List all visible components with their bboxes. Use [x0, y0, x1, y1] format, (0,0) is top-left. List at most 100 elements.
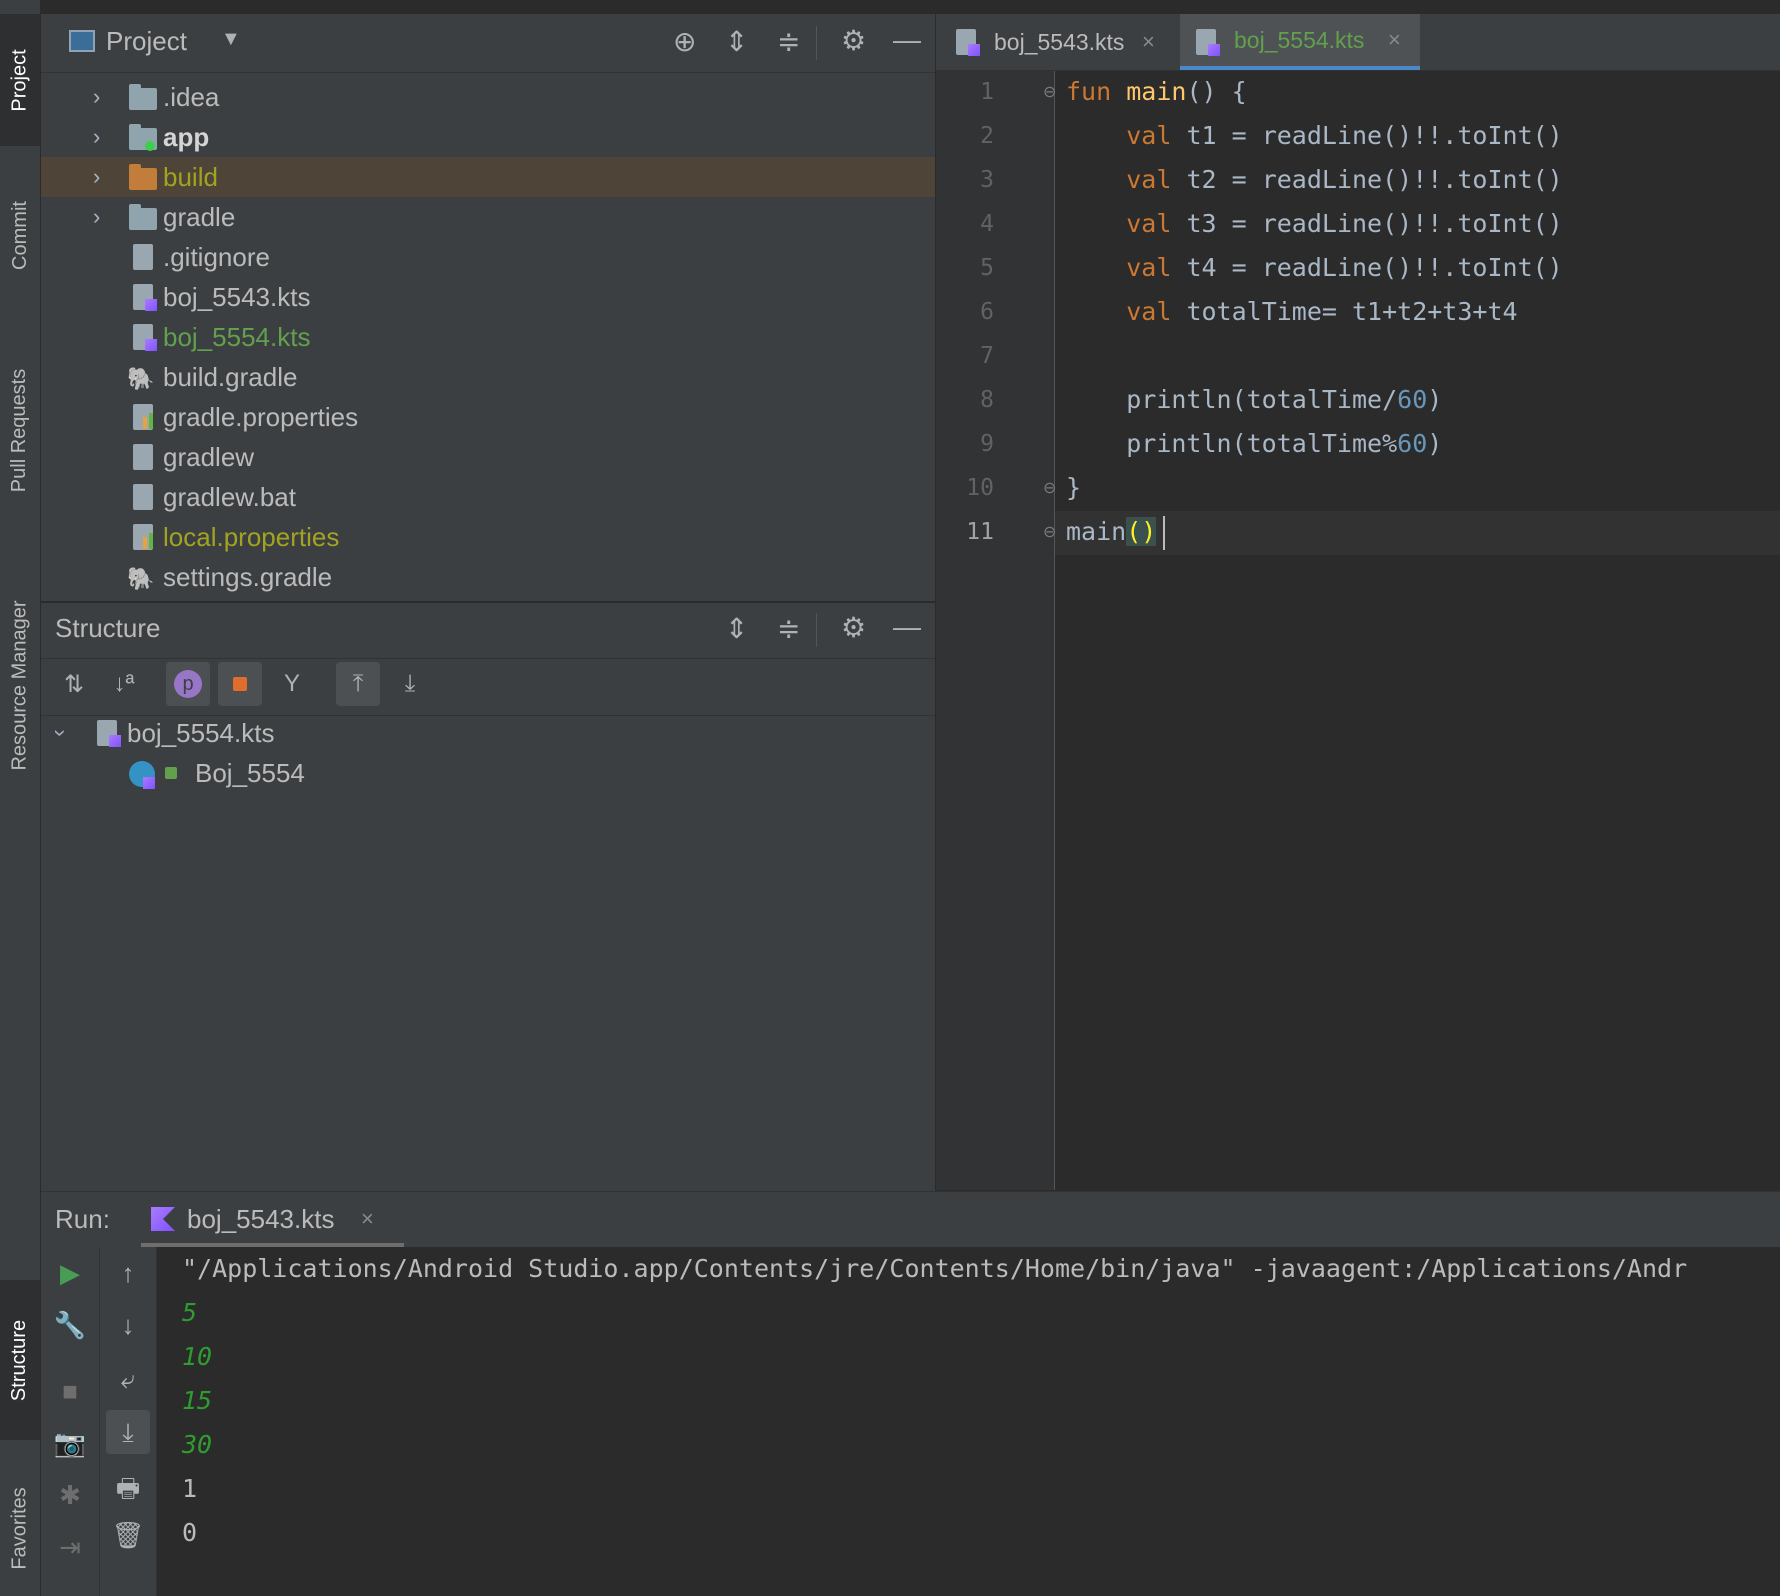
structure-child-label: Boj_5554: [195, 757, 305, 788]
close-icon[interactable]: ×: [1142, 29, 1155, 55]
console-output-line: 0: [182, 1518, 198, 1547]
expand-all-icon[interactable]: ⇕: [725, 28, 748, 56]
tree-item-selected[interactable]: › build: [41, 157, 935, 197]
line-number: 10: [966, 475, 994, 501]
show-non-public-button[interactable]: [218, 662, 262, 706]
console-command-line: "/Applications/Android Studio.app/Conten…: [182, 1254, 1688, 1283]
project-panel-title[interactable]: Project: [106, 26, 187, 57]
kotlin-badge: [145, 299, 157, 311]
fold-icon[interactable]: ⊖: [1043, 82, 1056, 102]
chevron-down-icon[interactable]: ▼: [221, 28, 241, 51]
structure-child[interactable]: Boj_5554: [41, 753, 935, 793]
chevron-right-icon[interactable]: ›: [93, 124, 100, 150]
run-tab[interactable]: boj_5543.kts ×: [141, 1192, 404, 1247]
tree-item[interactable]: boj_5543.kts: [41, 277, 935, 317]
tool-tab-label: Favorites: [8, 1486, 31, 1570]
tree-item[interactable]: boj_5554.kts: [41, 317, 935, 357]
wrench-icon[interactable]: 🔧: [50, 1310, 90, 1341]
tree-item-label: gradle.properties: [163, 401, 359, 432]
toolbar-divider: [816, 613, 817, 647]
tool-tab-label: Pull Requests: [8, 368, 31, 492]
code-token: main: [1066, 517, 1127, 546]
sort-by-visibility-icon[interactable]: ⇅: [52, 662, 96, 706]
gear-icon[interactable]: ⚙: [841, 614, 866, 642]
chevron-down-icon[interactable]: ›: [48, 729, 74, 736]
code-token: () {: [1186, 77, 1247, 106]
tree-item[interactable]: gradle.properties: [41, 397, 935, 437]
tree-item[interactable]: local.properties: [41, 517, 935, 557]
public-lock-icon: [165, 767, 177, 779]
line-number: 7: [980, 343, 994, 369]
show-inherited-icon[interactable]: Y: [270, 662, 314, 706]
kotlin-badge: [1208, 44, 1220, 56]
code-token: ): [1427, 385, 1443, 414]
tree-item[interactable]: .gitignore: [41, 237, 935, 277]
tool-tab-structure[interactable]: Structure: [0, 1280, 40, 1440]
tool-tab-pull-requests[interactable]: Pull Requests: [0, 330, 40, 530]
chevron-right-icon[interactable]: ›: [93, 84, 100, 110]
exit-icon[interactable]: ⇥: [50, 1532, 90, 1563]
tree-item[interactable]: gradlew: [41, 437, 935, 477]
editor-tab-label: boj_5554.kts: [1234, 26, 1365, 53]
tree-item[interactable]: › app: [41, 117, 935, 157]
p-badge: p: [174, 670, 202, 698]
editor-tab[interactable]: boj_5543.kts ×: [946, 14, 1172, 70]
bar-icon-part: [143, 417, 147, 429]
autoscroll-to-source-icon[interactable]: ⤒: [336, 662, 380, 706]
structure-root[interactable]: › boj_5554.kts: [41, 713, 935, 753]
collapse-all-icon[interactable]: ≑: [777, 615, 800, 643]
stop-icon[interactable]: ■: [50, 1376, 90, 1407]
tree-item[interactable]: 🐘 settings.gradle: [41, 557, 935, 597]
tool-tab-commit[interactable]: Commit: [0, 170, 40, 300]
hide-icon[interactable]: —: [893, 26, 921, 54]
tool-tab-label: Resource Manager: [8, 599, 31, 771]
folder-icon: [129, 84, 157, 110]
fold-icon[interactable]: ⊖: [1043, 522, 1056, 542]
code-token-keyword: val: [1126, 121, 1172, 150]
console-output[interactable]: [157, 1247, 1780, 1596]
locate-icon[interactable]: ⊕: [673, 28, 696, 56]
bar-icon-part: [143, 537, 147, 549]
code-token-number: 60: [1397, 429, 1428, 458]
line-number: 1: [980, 79, 994, 105]
camera-icon[interactable]: 📷: [50, 1428, 90, 1459]
code-line-8: println(totalTime/60): [1066, 378, 1442, 422]
tool-tab-label: Commit: [8, 200, 31, 270]
debug-icon[interactable]: ✱: [50, 1480, 90, 1511]
tree-item[interactable]: gradlew.bat: [41, 477, 935, 517]
tree-item-label: build.gradle: [163, 361, 298, 392]
code-token: t2 = readLine()!!.toInt(): [1186, 165, 1563, 194]
chevron-right-icon[interactable]: ›: [93, 204, 100, 230]
editor-tab-active[interactable]: boj_5554.kts ×: [1180, 14, 1420, 70]
collapse-all-icon[interactable]: ≑: [777, 28, 800, 56]
soft-wrap-icon[interactable]: ⤶: [108, 1364, 148, 1396]
expand-all-icon[interactable]: ⇕: [725, 615, 748, 643]
arrow-down-icon[interactable]: ↓: [108, 1310, 148, 1341]
fold-end-icon[interactable]: ⊖: [1043, 478, 1056, 498]
shell-script-icon: [133, 444, 153, 470]
chevron-right-icon[interactable]: ›: [93, 164, 100, 190]
rerun-icon[interactable]: ▶: [50, 1258, 90, 1289]
tool-tab-project[interactable]: Project: [0, 14, 40, 146]
tree-item[interactable]: › .idea: [41, 77, 935, 117]
scroll-to-end-icon[interactable]: ⤓: [106, 1410, 150, 1454]
tool-tab-resource-manager[interactable]: Resource Manager: [0, 560, 40, 810]
print-icon[interactable]: 🖶: [108, 1470, 148, 1514]
trash-icon[interactable]: 🗑: [108, 1520, 148, 1551]
hide-icon[interactable]: —: [893, 613, 921, 641]
show-properties-button[interactable]: p: [166, 662, 210, 706]
code-token-keyword: val: [1126, 209, 1172, 238]
tree-item[interactable]: 🐘 build.gradle: [41, 357, 935, 397]
tree-item[interactable]: › gradle: [41, 197, 935, 237]
code-token-keyword: fun: [1066, 77, 1112, 106]
arrow-up-icon[interactable]: ↑: [108, 1258, 148, 1289]
code-token: t3 = readLine()!!.toInt(): [1186, 209, 1563, 238]
autoscroll-from-source-icon[interactable]: ⤓: [388, 662, 432, 706]
tool-tab-favorites[interactable]: Favorites: [0, 1460, 40, 1596]
line-number: 5: [980, 255, 994, 281]
gear-icon[interactable]: ⚙: [841, 27, 866, 55]
close-icon[interactable]: ×: [1388, 27, 1401, 53]
bar-icon-part: [149, 533, 153, 549]
close-icon[interactable]: ×: [361, 1206, 374, 1232]
sort-alphabetically-icon[interactable]: ↓ª: [102, 662, 146, 706]
